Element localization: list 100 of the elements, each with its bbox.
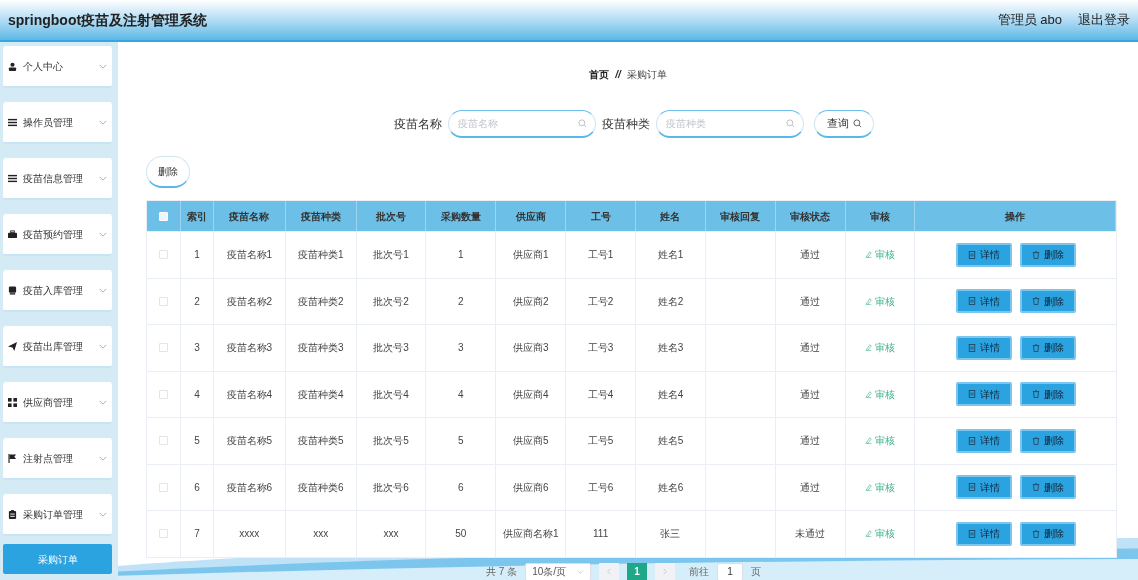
details-button[interactable]: 详情 [955,475,1012,500]
delete-row-button[interactable]: 删除 [1019,428,1076,453]
sidebar-item[interactable]: 疫苗预约管理 [3,214,112,256]
table-cell-text: 工号3 [587,341,614,356]
table-cell-text: 工号5 [587,434,614,449]
table-cell-text: 疫苗种类5 [297,434,344,449]
details-button[interactable]: 详情 [955,521,1012,546]
trash-icon [1031,250,1040,259]
column-header: 供应商 [496,201,567,231]
table-cell-text: 6 [194,480,200,495]
details-button[interactable]: 详情 [955,382,1012,407]
table-cell-text: 疫苗种类6 [297,480,344,495]
column-header: 采购数量 [426,201,497,231]
table-cell-text: 疫苗种类2 [297,294,344,309]
chevron-down-icon [99,175,107,181]
table-cell-text: 工号6 [587,480,614,495]
delete-row-button[interactable]: 删除 [1019,475,1076,500]
trash-icon [1031,390,1040,399]
sidebar-item[interactable]: 疫苗信息管理 [3,158,112,200]
table-cell-text: 批次号6 [373,480,409,495]
checkbox[interactable] [158,482,168,492]
table-cell-text: 批次号4 [373,387,409,402]
table-cell-text: 姓名6 [657,480,684,495]
table-cell-text: 工号4 [587,387,614,402]
table-cell-text: 张三 [660,527,681,542]
table-cell-text: 疫苗种类1 [297,248,344,263]
query-button[interactable]: 查询 [814,110,874,138]
sidebar-item[interactable]: 注射点管理 [3,438,112,480]
edit-icon [865,251,873,259]
document-icon [967,297,976,306]
sidebar-item[interactable]: 供应商管理 [3,382,112,424]
edit-icon [865,530,873,538]
trash-icon [1031,436,1040,445]
delete-row-button[interactable]: 删除 [1019,521,1076,546]
sidebar-item[interactable]: 操作员管理 [3,102,112,144]
table-cell-text: 50 [455,527,467,542]
sidebar-item[interactable]: 疫苗出库管理 [3,326,112,368]
table-cell-text: 3 [458,341,464,356]
breadcrumb-current: 采购订单 [626,67,667,82]
table-cell-text: 疫苗名称1 [226,248,273,263]
column-header: 索引 [180,201,214,231]
table-cell-text: 通过 [800,387,821,402]
document-icon [967,436,976,445]
table-cell-text: 疫苗种类3 [297,341,344,356]
edit-icon [865,297,873,305]
edit-icon [865,437,873,445]
field-label: 疫苗种类 [602,116,650,133]
table-cell-text: 姓名5 [657,434,684,449]
delete-row-button[interactable]: 删除 [1019,242,1076,267]
table-cell-text: 2 [458,294,464,309]
table-cell-text: 工号1 [587,248,614,263]
details-button[interactable]: 详情 [955,428,1012,453]
user-name: 管理员 abo [997,11,1062,30]
search-icon [852,119,862,128]
chevron-down-icon [99,511,107,517]
checkbox[interactable] [158,436,168,446]
checkbox[interactable] [158,529,168,539]
details-button[interactable]: 详情 [955,242,1012,267]
delete-row-button[interactable]: 删除 [1019,335,1076,360]
table-cell-text: 通过 [800,341,821,356]
chevron-down-icon [99,287,107,293]
column-header: 疫苗名称 [213,201,286,231]
breadcrumb-separator: // [615,67,621,82]
table-cell-text: 4 [458,387,464,402]
details-button[interactable]: 详情 [955,335,1012,360]
app-title: springboot疫苗及注射管理系统 [8,10,208,30]
chevron-down-icon [99,231,107,237]
table-cell-text: 5 [194,434,200,449]
table-cell-text: 供应商1 [512,248,549,263]
column-header: 审核 [845,201,916,231]
sidebar-item[interactable]: 采购订单管理 [3,494,112,536]
chevron-down-icon [99,63,107,69]
list-icon [8,173,17,183]
breadcrumb-link[interactable]: 首页 [589,66,610,82]
checkbox[interactable] [158,250,168,260]
table-cell-text: 通过 [800,480,821,495]
delete-row-button[interactable]: 删除 [1019,382,1076,407]
details-button[interactable]: 详情 [955,289,1012,314]
sidebar-item[interactable]: 疫苗入库管理 [3,270,112,312]
delete-row-button[interactable]: 删除 [1019,289,1076,314]
table-cell-text: 姓名1 [657,248,684,263]
user-icon [8,61,17,71]
clipboard-icon [8,509,17,519]
logout-link[interactable]: 退出登录 [1078,10,1130,30]
table-cell-text: 姓名3 [657,341,684,356]
trash-icon [1031,343,1040,352]
table-cell-text: 通过 [800,434,821,449]
delete-button[interactable]: 删除 [146,155,190,188]
column-header: 审核回复 [705,201,776,231]
table-cell-text: 姓名4 [657,387,684,402]
table-cell-text: xxxx [239,527,260,542]
sidebar-item[interactable]: 个人中心 [3,46,112,88]
checkbox[interactable] [158,343,168,353]
document-icon [967,483,976,492]
edit-icon [865,390,873,398]
column-header: 操作 [915,201,1117,231]
checkbox[interactable] [158,296,168,306]
checkbox[interactable] [158,389,168,399]
table-cell-text: 1 [458,248,464,263]
table-cell-text: 工号2 [587,294,614,309]
